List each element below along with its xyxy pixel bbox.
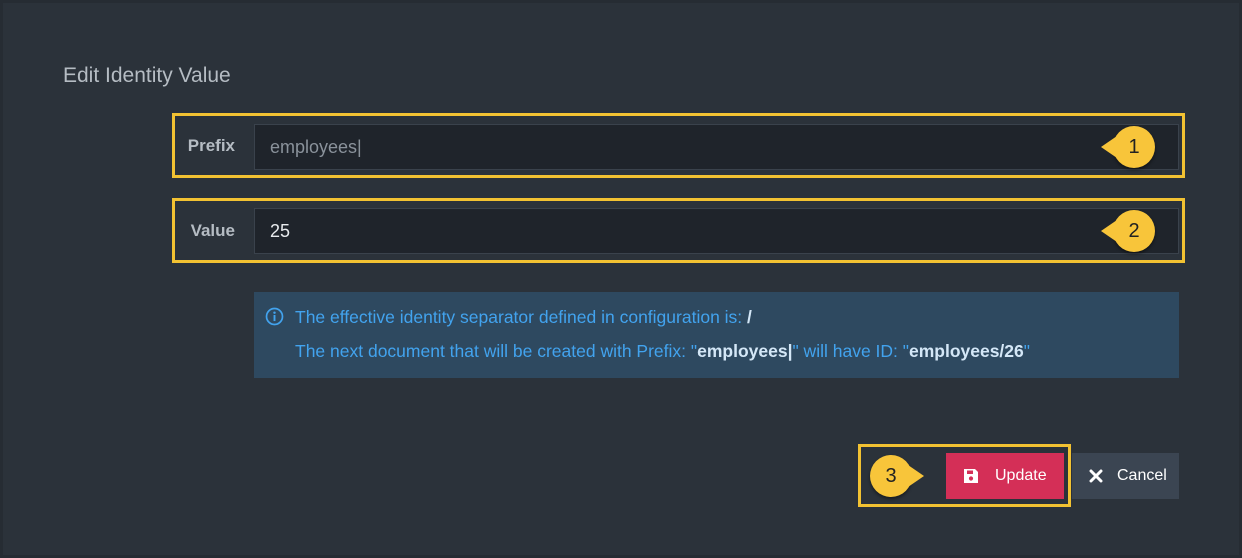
next-id-text-a: The next document that will be created w… [295,341,698,361]
edit-identity-dialog: Edit Identity Value Prefix 1 Value 2 The… [3,3,1239,555]
next-id-value: employees/26 [908,341,1024,361]
value-input[interactable] [254,208,1179,254]
info-panel: The effective identity separator defined… [254,292,1179,378]
value-label: Value [190,221,235,240]
separator-info-line: The effective identity separator defined… [295,307,752,328]
callout-1: 1 [1101,126,1155,168]
prefix-input[interactable] [254,124,1179,170]
floppy-save-icon [963,468,979,484]
prefix-label: Prefix [187,136,235,155]
cancel-button[interactable]: Cancel [1072,453,1179,499]
next-id-text-b: " will have ID: " [792,341,909,361]
next-id-prefix: employees| [697,341,793,361]
callout-2: 2 [1101,210,1155,252]
separator-info-text: The effective identity separator defined… [295,307,748,327]
cancel-button-label: Cancel [1117,467,1167,484]
close-x-icon [1089,469,1103,483]
next-id-info-line: The next document that will be created w… [295,341,1030,362]
dialog-title: Edit Identity Value [63,64,231,87]
next-id-text-c: " [1023,341,1030,361]
separator-value: / [747,307,752,327]
callout-3: 3 [870,455,924,497]
update-button[interactable]: Update [946,453,1064,499]
info-circle-icon [265,307,284,331]
update-button-label: Update [995,467,1047,484]
